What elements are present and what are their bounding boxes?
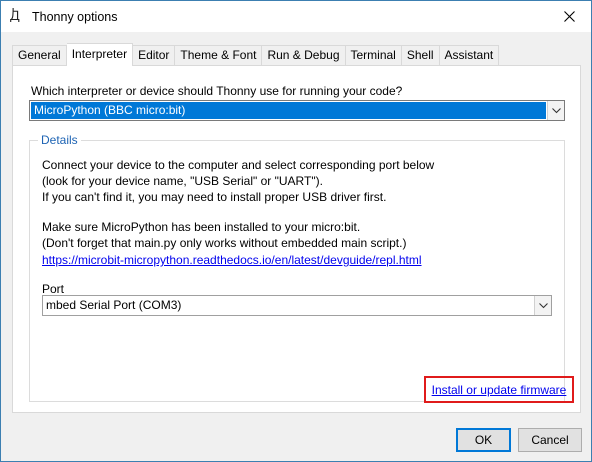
chevron-down-icon (551, 107, 561, 113)
details-instruction-line-3: If you can't find it, you may need to in… (42, 190, 387, 204)
cancel-button[interactable]: Cancel (518, 428, 582, 452)
title-bar: Ꚁ Thonny options (1, 1, 591, 32)
details-group: Details Connect your device to the compu… (29, 133, 574, 403)
port-selected-value: mbed Serial Port (COM3) (46, 298, 182, 312)
ok-button[interactable]: OK (456, 428, 511, 452)
tab-theme-font[interactable]: Theme & Font (175, 45, 263, 66)
repl-docs-link[interactable]: https://microbit-micropython.readthedocs… (42, 253, 422, 268)
tab-editor[interactable]: Editor (133, 45, 176, 66)
firmware-link-highlight: Install or update firmware (424, 376, 574, 403)
chevron-down-icon (538, 302, 548, 308)
tab-shell[interactable]: Shell (401, 45, 440, 66)
tab-interpreter[interactable]: Interpreter (66, 43, 134, 66)
thonny-app-icon: Ꚁ (10, 9, 20, 24)
interpreter-question: Which interpreter or device should Thonn… (31, 84, 403, 98)
interpreter-panel: Which interpreter or device should Thonn… (12, 65, 581, 413)
options-tab-bar: General Interpreter Editor Theme & Font … (12, 43, 500, 66)
interpreter-select[interactable]: MicroPython (BBC micro:bit) (29, 100, 565, 121)
tab-general[interactable]: General (12, 45, 67, 66)
tab-terminal[interactable]: Terminal (345, 45, 402, 66)
interpreter-selected-value: MicroPython (BBC micro:bit) (31, 102, 546, 119)
options-dialog: Ꚁ Thonny options General Interpreter Edi… (0, 0, 592, 462)
tab-assistant[interactable]: Assistant (439, 45, 500, 66)
details-instruction-line-5: (Don't forget that main.py only works wi… (42, 236, 407, 250)
tab-run-debug[interactable]: Run & Debug (262, 45, 346, 66)
details-instruction-line-4: Make sure MicroPython has been installed… (42, 220, 361, 234)
close-icon (563, 11, 575, 22)
port-select[interactable]: mbed Serial Port (COM3) (42, 295, 552, 316)
port-dropdown-button[interactable] (534, 296, 551, 315)
details-instruction-line-2: (look for your device name, "USB Serial"… (42, 174, 323, 188)
install-firmware-link[interactable]: Install or update firmware (432, 383, 567, 397)
window-title: Thonny options (32, 10, 118, 24)
details-legend: Details (38, 133, 81, 147)
close-button[interactable] (547, 1, 591, 32)
details-instruction-line-1: Connect your device to the computer and … (42, 158, 435, 172)
interpreter-dropdown-button[interactable] (547, 101, 564, 120)
